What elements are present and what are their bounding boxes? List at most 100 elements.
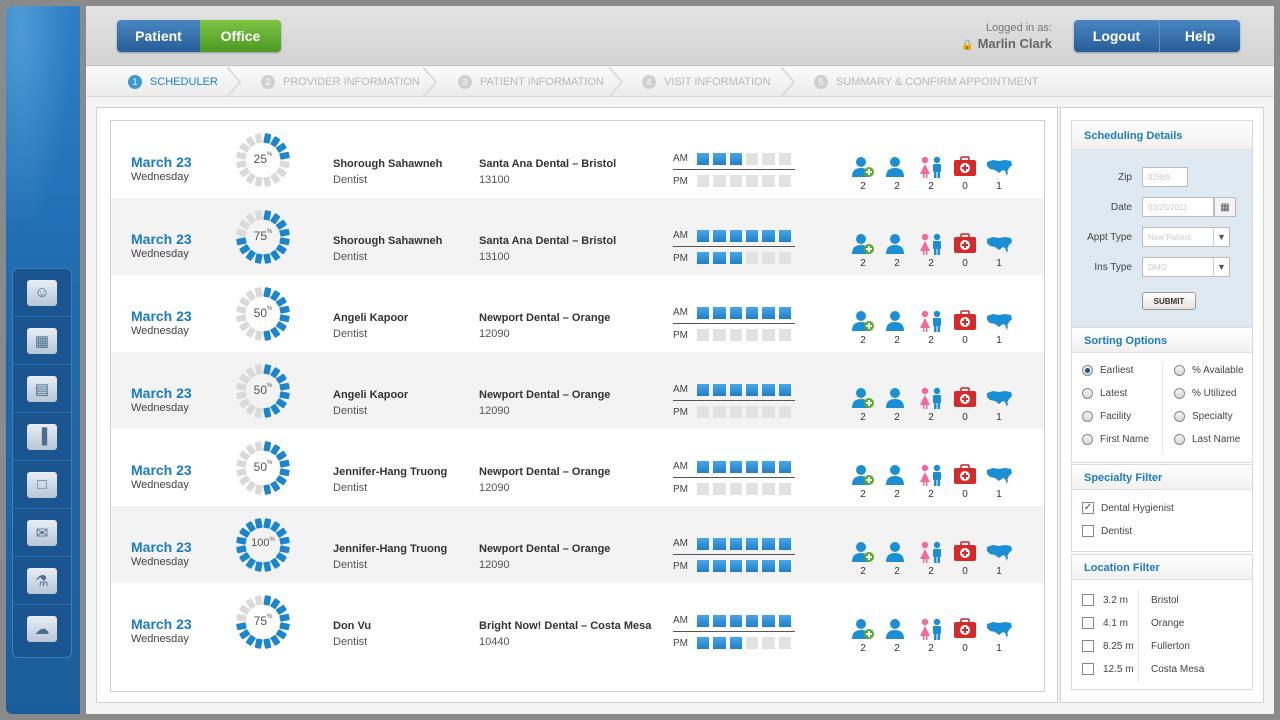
time-slot[interactable] bbox=[713, 175, 726, 187]
time-slot[interactable] bbox=[745, 229, 759, 242]
step-1[interactable]: 1 SCHEDULER bbox=[128, 67, 218, 97]
step-2[interactable]: 2 PROVIDER INFORMATION bbox=[261, 67, 420, 97]
nav-button[interactable]: ☁ bbox=[13, 605, 71, 653]
time-slot[interactable] bbox=[696, 483, 710, 495]
help-button[interactable]: Help bbox=[1160, 20, 1240, 52]
time-slot[interactable] bbox=[762, 329, 775, 341]
time-slot[interactable] bbox=[729, 483, 742, 495]
time-slot[interactable] bbox=[762, 483, 775, 495]
checkbox[interactable] bbox=[1082, 640, 1094, 652]
submit-button[interactable]: SUBMIT bbox=[1142, 292, 1196, 310]
time-slot[interactable] bbox=[778, 614, 792, 627]
sort-option[interactable]: First Name bbox=[1082, 434, 1149, 445]
time-slot[interactable] bbox=[778, 483, 792, 495]
time-slot[interactable] bbox=[713, 383, 726, 396]
nav-button[interactable]: ☺ bbox=[13, 269, 71, 317]
radio-button[interactable] bbox=[1082, 365, 1093, 376]
time-slot[interactable] bbox=[713, 637, 726, 649]
radio-button[interactable] bbox=[1082, 434, 1093, 445]
time-slot[interactable] bbox=[713, 537, 726, 550]
time-slot[interactable] bbox=[729, 175, 742, 187]
time-slot[interactable] bbox=[745, 406, 759, 418]
appointment-row[interactable]: March 23 Wednesday 25% Shorough Sahawneh Den… bbox=[111, 121, 1044, 198]
logout-button[interactable]: Logout bbox=[1074, 20, 1160, 52]
sort-option[interactable]: Facility bbox=[1082, 411, 1131, 422]
time-slot[interactable] bbox=[778, 229, 792, 242]
time-slot[interactable] bbox=[729, 406, 742, 418]
time-slot[interactable] bbox=[713, 229, 726, 242]
step-3[interactable]: 3 PATIENT INFORMATION bbox=[458, 67, 604, 97]
appointment-row[interactable]: March 23 Wednesday 50% Jennifer-Hang Truong… bbox=[111, 429, 1044, 506]
time-slot[interactable] bbox=[778, 560, 792, 572]
time-slot[interactable] bbox=[745, 252, 759, 264]
time-slot[interactable] bbox=[762, 152, 775, 165]
checkbox[interactable] bbox=[1082, 617, 1094, 629]
time-slot[interactable] bbox=[778, 175, 792, 187]
time-slot[interactable] bbox=[696, 229, 710, 242]
time-slot[interactable] bbox=[778, 460, 792, 473]
time-slot[interactable] bbox=[762, 537, 775, 550]
time-slot[interactable] bbox=[745, 152, 759, 165]
time-slot[interactable] bbox=[745, 560, 759, 572]
appointment-row[interactable]: March 23 Wednesday 75% Don Vu Dentist Bright … bbox=[111, 583, 1044, 660]
time-slot[interactable] bbox=[778, 637, 792, 649]
time-slot[interactable] bbox=[696, 383, 710, 396]
checkbox[interactable] bbox=[1082, 594, 1094, 606]
time-slot[interactable] bbox=[778, 406, 792, 418]
time-slot[interactable] bbox=[729, 560, 742, 572]
checkbox[interactable] bbox=[1082, 663, 1094, 675]
nav-button[interactable]: □ bbox=[13, 461, 71, 509]
appointment-row[interactable]: March 23 Wednesday 50% Angeli Kapoor Dentist… bbox=[111, 275, 1044, 352]
time-slot[interactable] bbox=[713, 329, 726, 341]
time-slot[interactable] bbox=[713, 460, 726, 473]
calendar-picker-icon[interactable]: ▦ bbox=[1214, 197, 1236, 217]
time-slot[interactable] bbox=[745, 383, 759, 396]
radio-button[interactable] bbox=[1174, 411, 1185, 422]
date-input[interactable]: 03/25/2011 bbox=[1142, 197, 1214, 217]
time-slot[interactable] bbox=[713, 406, 726, 418]
appointment-row[interactable]: March 23 Wednesday 50% Angeli Kapoor Dentist… bbox=[111, 352, 1044, 429]
radio-button[interactable] bbox=[1174, 434, 1185, 445]
time-slot[interactable] bbox=[696, 537, 710, 550]
sort-option[interactable]: Last Name bbox=[1174, 434, 1240, 445]
time-slot[interactable] bbox=[729, 460, 742, 473]
sort-option[interactable]: Specialty bbox=[1174, 411, 1233, 422]
time-slot[interactable] bbox=[713, 152, 726, 165]
time-slot[interactable] bbox=[778, 252, 792, 264]
time-slot[interactable] bbox=[729, 329, 742, 341]
time-slot[interactable] bbox=[762, 175, 775, 187]
time-slot[interactable] bbox=[729, 637, 742, 649]
time-slot[interactable] bbox=[745, 329, 759, 341]
time-slot[interactable] bbox=[745, 306, 759, 319]
time-slot[interactable] bbox=[762, 306, 775, 319]
appointment-row[interactable]: March 23 Wednesday 75% Shorough Sahawneh Den… bbox=[111, 198, 1044, 275]
nav-button[interactable]: ✉ bbox=[13, 509, 71, 557]
step-5[interactable]: 5 SUMMARY & CONFIRM APPOINTMENT bbox=[814, 67, 1039, 97]
time-slot[interactable] bbox=[696, 175, 710, 187]
time-slot[interactable] bbox=[778, 383, 792, 396]
radio-button[interactable] bbox=[1082, 388, 1093, 399]
sort-option[interactable]: % Available bbox=[1174, 365, 1244, 376]
ins-type-select[interactable]: DMO ▼ bbox=[1142, 257, 1230, 277]
time-slot[interactable] bbox=[696, 406, 710, 418]
sort-option[interactable]: % Utilized bbox=[1174, 388, 1236, 399]
time-slot[interactable] bbox=[778, 537, 792, 550]
radio-button[interactable] bbox=[1082, 411, 1093, 422]
time-slot[interactable] bbox=[696, 306, 710, 319]
patient-button[interactable]: Patient bbox=[117, 20, 200, 52]
time-slot[interactable] bbox=[729, 306, 742, 319]
office-button[interactable]: Office bbox=[200, 20, 281, 52]
zip-input[interactable]: 92869 bbox=[1142, 167, 1188, 187]
checkbox[interactable]: ✓ bbox=[1082, 502, 1094, 514]
time-slot[interactable] bbox=[696, 329, 710, 341]
time-slot[interactable] bbox=[778, 152, 792, 165]
time-slot[interactable] bbox=[713, 614, 726, 627]
appt-type-select[interactable]: New Patient ▼ bbox=[1142, 227, 1230, 247]
location-option[interactable]: 12.5 m Costa Mesa bbox=[1082, 663, 1204, 675]
time-slot[interactable] bbox=[762, 460, 775, 473]
time-slot[interactable] bbox=[762, 560, 775, 572]
time-slot[interactable] bbox=[729, 229, 742, 242]
checkbox[interactable] bbox=[1082, 525, 1094, 537]
time-slot[interactable] bbox=[745, 483, 759, 495]
time-slot[interactable] bbox=[696, 152, 710, 165]
